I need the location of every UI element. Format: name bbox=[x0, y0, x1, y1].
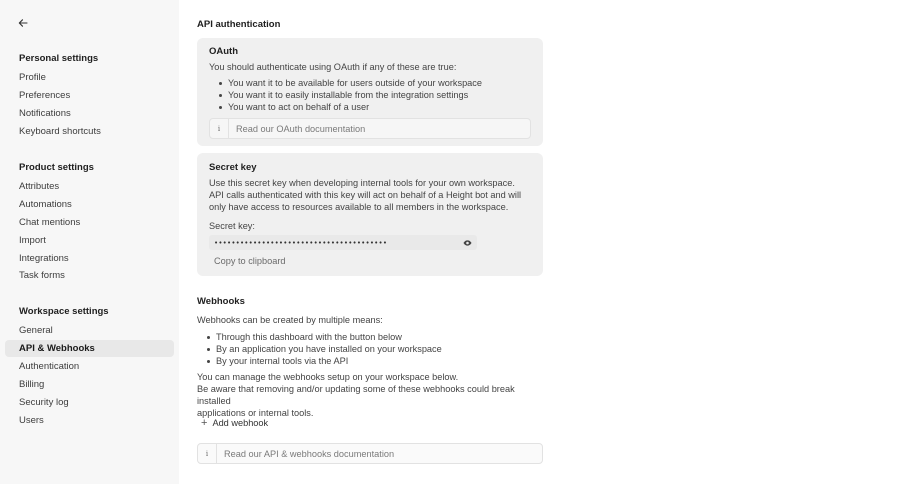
sidebar-item-users[interactable]: Users bbox=[5, 412, 174, 429]
workspace-settings-heading: Workspace settings bbox=[19, 306, 109, 317]
oauth-card: OAuth You should authenticate using OAut… bbox=[197, 38, 543, 146]
webhooks-docs-label: Read our API & webhooks documentation bbox=[224, 448, 395, 459]
description-line: API calls authenticated with this key wi… bbox=[209, 190, 522, 200]
sidebar-item-preferences[interactable]: Preferences bbox=[5, 87, 174, 104]
api-authentication-title: API authentication bbox=[197, 19, 281, 30]
secret-key-card: Secret key Use this secret key when deve… bbox=[197, 153, 543, 276]
back-button[interactable] bbox=[14, 14, 32, 32]
description-line: Use this secret key when developing inte… bbox=[209, 178, 515, 188]
sidebar-item-import[interactable]: Import bbox=[5, 232, 174, 249]
secret-key-title: Secret key bbox=[209, 162, 257, 173]
eye-icon[interactable] bbox=[463, 239, 472, 246]
sidebar-item-billing[interactable]: Billing bbox=[5, 376, 174, 393]
oauth-title: OAuth bbox=[209, 46, 239, 57]
webhooks-bullet-list: Through this dashboard with the button b… bbox=[207, 331, 442, 367]
add-webhook-button[interactable]: + Add webhook bbox=[201, 416, 268, 430]
oauth-docs-link[interactable]: i Read our OAuth documentation bbox=[209, 118, 531, 139]
sidebar-item-keyboard-shortcuts[interactable]: Keyboard shortcuts bbox=[5, 123, 174, 140]
product-settings-heading: Product settings bbox=[19, 162, 94, 173]
webhooks-docs-link[interactable]: i Read our API & webhooks documentation bbox=[197, 443, 543, 464]
sidebar-item-task-forms[interactable]: Task forms bbox=[5, 267, 174, 284]
sidebar-item-security-log[interactable]: Security log bbox=[5, 394, 174, 411]
copy-to-clipboard-button[interactable]: Copy to clipboard bbox=[214, 255, 286, 267]
sidebar-item-general[interactable]: General bbox=[5, 322, 174, 339]
sidebar-item-authentication[interactable]: Authentication bbox=[5, 358, 174, 375]
webhooks-note: You can manage the webhooks setup on you… bbox=[197, 371, 543, 419]
note-line: You can manage the webhooks setup on you… bbox=[197, 372, 459, 382]
secret-key-description: Use this secret key when developing inte… bbox=[209, 177, 521, 213]
description-line: only have access to resources available … bbox=[209, 202, 509, 212]
sidebar-item-automations[interactable]: Automations bbox=[5, 196, 174, 213]
oauth-docs-label: Read our OAuth documentation bbox=[236, 123, 366, 134]
note-line: Be aware that removing and/or updating s… bbox=[197, 384, 515, 406]
oauth-bullet-list: You want it to be available for users ou… bbox=[219, 77, 482, 113]
plus-icon: + bbox=[201, 417, 208, 429]
arrow-left-icon bbox=[18, 19, 28, 27]
settings-sidebar: Personal settings Profile Preferences No… bbox=[0, 0, 179, 484]
list-item: Through this dashboard with the button b… bbox=[207, 331, 442, 343]
sidebar-item-chat-mentions[interactable]: Chat mentions bbox=[5, 214, 174, 231]
webhooks-intro: Webhooks can be created by multiple mean… bbox=[197, 315, 383, 325]
secret-key-masked-value: •••••••••••••••••••••••••••••••••••••••• bbox=[214, 238, 388, 247]
sidebar-item-api-webhooks[interactable]: API & Webhooks bbox=[5, 340, 174, 357]
list-item: By an application you have installed on … bbox=[207, 344, 442, 354]
info-icon: i bbox=[198, 444, 217, 463]
list-item: You want to act on behalf of a user bbox=[219, 101, 482, 113]
list-item: You want it to be available for users ou… bbox=[219, 78, 482, 88]
info-icon: i bbox=[210, 119, 229, 138]
list-item: You want it to easily installable from t… bbox=[219, 89, 482, 101]
secret-key-field-label: Secret key: bbox=[209, 221, 255, 231]
sidebar-item-attributes[interactable]: Attributes bbox=[5, 178, 174, 195]
secret-key-field[interactable]: •••••••••••••••••••••••••••••••••••••••• bbox=[209, 235, 477, 250]
oauth-intro: You should authenticate using OAuth if a… bbox=[209, 62, 457, 72]
add-webhook-label: Add webhook bbox=[212, 418, 269, 428]
webhooks-title: Webhooks bbox=[197, 296, 245, 307]
sidebar-item-notifications[interactable]: Notifications bbox=[5, 105, 174, 122]
list-item: By your internal tools via the API bbox=[207, 355, 442, 367]
personal-settings-heading: Personal settings bbox=[19, 53, 99, 64]
sidebar-item-profile[interactable]: Profile bbox=[5, 69, 174, 86]
sidebar-item-integrations[interactable]: Integrations bbox=[5, 250, 174, 267]
